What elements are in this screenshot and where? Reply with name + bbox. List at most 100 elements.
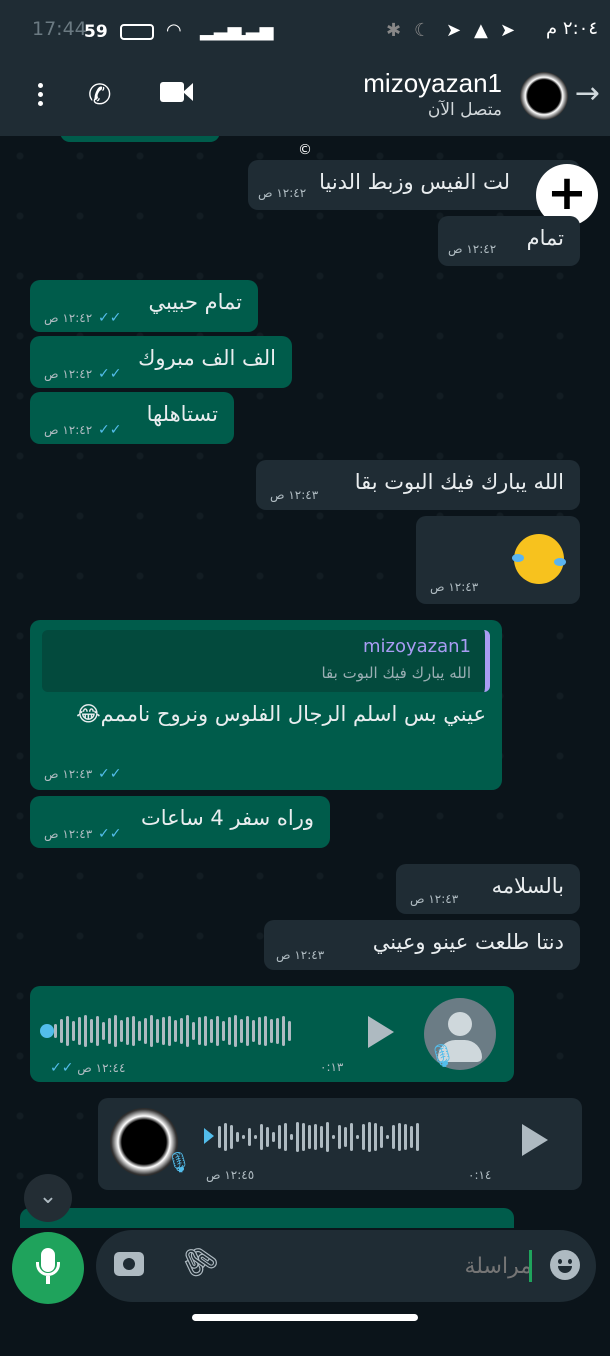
message-text: تمام [526,226,564,250]
message-time: ١٢:٤٣ ص [276,948,325,962]
message-text: عيني بس اسلم الرجال الفلوس ونروح ناممم😂 [76,702,486,726]
voice-message-incoming[interactable]: 🎙 ١٢:٤٥ ص ٠:١٤ [98,1098,582,1190]
status-time-right: ٢:٠٤ م [546,18,598,39]
chat-area[interactable]: © لت الفيس وزبط الدنيا ١٢:٤٢ ص + تمام ١٢… [0,136,610,1230]
message-time: ✓✓ ١٢:٤٢ ص [44,366,121,382]
contact-avatar[interactable] [520,72,568,120]
contact-name[interactable]: mizoyazan1 [363,68,502,99]
message-time: ١٢:٤٣ ص [430,580,479,594]
bluetooth-icon: ✱ [386,20,402,41]
message-bubble-incoming[interactable]: لت الفيس وزبط الدنيا ١٢:٤٢ ص [248,160,580,210]
play-icon[interactable] [368,1016,394,1048]
message-time-text: ١٢:٤٣ ص [44,827,93,841]
read-receipt-icon: ✓✓ [97,826,122,842]
wifi-icon: ◠ [166,20,182,41]
signal-icon-2: ▂▃▅ [232,20,274,41]
message-time: ✓✓ ١٢:٤٢ ص [44,310,121,326]
quoted-sender: mizoyazan1 [362,636,471,657]
message-time-text: ١٢:٤٢ ص [44,311,93,325]
play-icon[interactable] [522,1124,548,1156]
playback-position-dot[interactable] [40,1024,54,1038]
home-indicator[interactable] [192,1314,418,1321]
playback-position-marker[interactable] [204,1128,214,1144]
message-bubble-incoming[interactable]: الله يبارك فيك البوت بقا ١٢:٤٣ ص [256,460,580,510]
message-time-text: ١٢:٤٤ ص [77,1061,126,1075]
message-bubble-outgoing[interactable]: تمام حبيبي ✓✓ ١٢:٤٢ ص [30,280,258,332]
voice-duration: ٠:١٤ [468,1168,492,1182]
status-bar: 17:44 59 ◠ ▂▃▅ ▂▃▅ ✱ ☾ ➤ ▲ ➤ ٢:٠٤ م [0,0,610,62]
message-input-container[interactable]: 🖇 [96,1230,596,1302]
chat-header: ✆ mizoyazan1 متصل الآن → [0,62,610,136]
message-text: لت الفيس وزبط الدنيا [319,170,510,194]
telegram-icon: ➤ [500,20,516,41]
message-input[interactable] [292,1248,532,1284]
rolling-laughing-emoji [512,534,566,584]
message-text: وراه سفر 4 ساعات [140,806,314,830]
message-text: تمام حبيبي [148,290,242,314]
message-text: الف الف مبروك [138,346,276,370]
tear-icon [512,554,524,562]
message-text: الله يبارك فيك البوت بقا [354,470,564,494]
message-time: ١٢:٤٣ ص [270,488,319,502]
message-time-text: ١٢:٤٢ ص [44,423,93,437]
message-bubble-incoming[interactable]: بالسلامه ١٢:٤٣ ص [396,864,580,914]
voice-record-button[interactable] [12,1232,84,1304]
attach-icon[interactable]: 🖇 [173,1236,225,1287]
phone-icon[interactable]: ✆ [88,78,111,111]
next-message-edge [20,1208,514,1228]
message-time: ✓✓ ١٢:٤٣ ص [44,826,121,842]
message-text: تستاهلها [146,402,218,426]
message-time: ١٢:٤٥ ص [206,1168,255,1182]
mic-leg [46,1276,50,1284]
composer-bar: 🖇 [0,1230,610,1356]
presence-status: متصل الآن [427,100,502,120]
read-receipt-icon: ✓✓ [97,766,122,782]
tear-icon [554,558,566,566]
camera-icon[interactable] [114,1252,144,1276]
more-options-icon[interactable] [30,80,50,114]
message-bubble-outgoing[interactable]: الف الف مبروك ✓✓ ١٢:٤٢ ص [30,336,292,388]
voice-duration: ٠:١٣ [320,1060,344,1074]
send-icon: ➤ [446,20,462,41]
message-time-text: ١٢:٤٢ ص [44,367,93,381]
text-caret [529,1250,532,1282]
voice-waveform [218,1120,419,1154]
previous-message-edge [60,136,220,142]
mic-stand [36,1262,60,1276]
warning-icon: ▲ [474,20,488,41]
battery-level: 59 [84,22,108,42]
message-time: ١٢:٤٢ ص [448,242,497,256]
message-time: ✓✓ ١٢:٤٤ ص [48,1060,125,1076]
emoji-icon[interactable] [550,1250,580,1280]
status-time-left: 17:44 [32,18,87,40]
message-bubble-outgoing[interactable]: mizoyazan1 الله يبارك فيك البوت بقا عيني… [30,620,502,790]
message-time: ✓✓ ١٢:٤٢ ص [44,422,121,438]
message-bubble-outgoing[interactable]: وراه سفر 4 ساعات ✓✓ ١٢:٤٣ ص [30,796,330,848]
back-arrow-icon[interactable]: → [575,76,600,111]
message-text: بالسلامه [491,874,564,898]
mic-icon: 🎙 [166,1150,192,1174]
read-receipt-icon: ✓✓ [97,422,122,438]
read-receipt-icon: ✓✓ [97,366,122,382]
quoted-text: الله يبارك فيك البوت بقا [321,664,471,682]
message-time: ✓✓ ١٢:٤٣ ص [44,766,121,782]
message-time: ١٢:٤٣ ص [410,892,459,906]
mic-icon: 🎙 [428,1044,456,1069]
message-time: ١٢:٤٢ ص [258,186,307,200]
message-bubble-outgoing[interactable]: تستاهلها ✓✓ ١٢:٤٢ ص [30,392,234,444]
voice-waveform [54,1014,291,1048]
quoted-message[interactable]: mizoyazan1 الله يبارك فيك البوت بقا [42,630,490,692]
scroll-down-icon[interactable]: ⌄ [24,1174,72,1222]
video-call-icon[interactable] [160,82,193,106]
message-bubble-incoming[interactable]: دنتا طلعت عينو وعيني ١٢:٤٣ ص [264,920,580,970]
read-receipt-icon: ✓✓ [97,310,122,326]
voice-message-outgoing[interactable]: 🎙 ٠:١٣ ✓✓ ١٢:٤٤ ص [30,986,514,1082]
message-bubble-incoming[interactable]: تمام ١٢:٤٢ ص [438,216,580,266]
copyright-mark: © [298,142,312,158]
read-receipt-icon: ✓✓ [50,1060,74,1076]
message-bubble-incoming[interactable]: ١٢:٤٣ ص [416,516,580,604]
message-text: دنتا طلعت عينو وعيني [372,930,564,954]
battery-icon [120,24,154,40]
message-time-text: ١٢:٤٣ ص [44,767,93,781]
moon-icon: ☾ [414,20,431,41]
